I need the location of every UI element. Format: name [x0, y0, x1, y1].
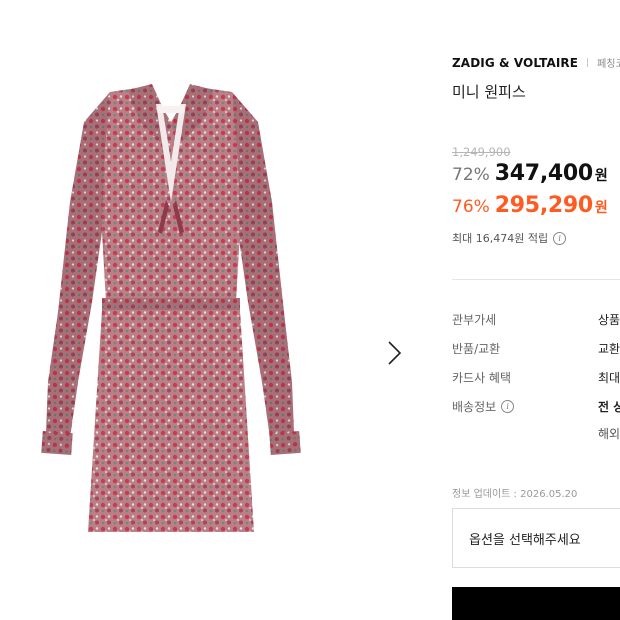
brand-row: ZADIG & VOLTAIRE 페칭코오: [452, 55, 620, 71]
product-info-panel: ZADIG & VOLTAIRE 페칭코오 미니 원피스 1,249,900 7…: [452, 0, 620, 620]
info-circle-icon[interactable]: i: [553, 231, 567, 245]
coupon-discount-percent: 76%: [452, 197, 490, 217]
spec-label: 배송정보: [452, 400, 497, 414]
spec-label-with-icon: 배송정보 i: [452, 398, 515, 415]
sale-price: 347,400: [494, 161, 593, 186]
spec-row-shipping: 배송정보 i 전 상: [452, 398, 620, 416]
coupon-price-unit: 원: [594, 200, 608, 216]
sale-price-unit: 원: [594, 168, 608, 184]
divider: [452, 279, 620, 280]
buy-button[interactable]: [452, 587, 620, 620]
brand-link[interactable]: ZADIG & VOLTAIRE: [452, 56, 578, 70]
info-updated-date: 정보 업데이트 : 2026.05.20: [452, 489, 578, 500]
spec-row-return: 반품/교환 교환: [452, 340, 620, 358]
product-image[interactable]: [40, 82, 302, 538]
spec-value: 최대: [598, 371, 620, 385]
option-select[interactable]: 옵션을 선택해주세요: [452, 508, 620, 568]
next-image-button[interactable]: [380, 338, 410, 368]
spec-value: 상품: [598, 313, 620, 327]
spec-label: 관부가세: [452, 313, 497, 327]
original-price: 1,249,900: [452, 145, 511, 159]
points-text: 최대 16,474원 적립: [452, 232, 549, 245]
spec-row-customs: 관부가세 상품: [452, 311, 620, 329]
product-gallery: [0, 0, 420, 620]
coupon-price: 295,290: [494, 193, 593, 218]
chevron-right-icon: [388, 341, 402, 365]
info-circle-icon[interactable]: i: [501, 400, 515, 413]
coupon-price-row: 76% 295,290 원: [452, 193, 608, 218]
points-info: 최대 16,474원 적립 i: [452, 230, 567, 246]
shipping-sub-value: 해외: [598, 427, 620, 441]
seller-name[interactable]: 페칭코오: [597, 55, 620, 70]
sale-discount-percent: 72%: [452, 165, 490, 185]
spec-label: 반품/교환: [452, 342, 501, 356]
spec-label: 카드사 혜택: [452, 371, 512, 385]
dress-illustration: [41, 84, 301, 532]
spec-value: 전 상: [598, 400, 620, 414]
option-select-placeholder: 옵션을 선택해주세요: [469, 533, 581, 548]
sale-price-row: 72% 347,400 원: [452, 161, 608, 186]
spec-value: 교환: [598, 342, 620, 356]
brand-separator: [587, 58, 589, 67]
product-title: 미니 원피스: [452, 83, 526, 101]
spec-row-card-benefit: 카드사 혜택 최대: [452, 369, 620, 387]
